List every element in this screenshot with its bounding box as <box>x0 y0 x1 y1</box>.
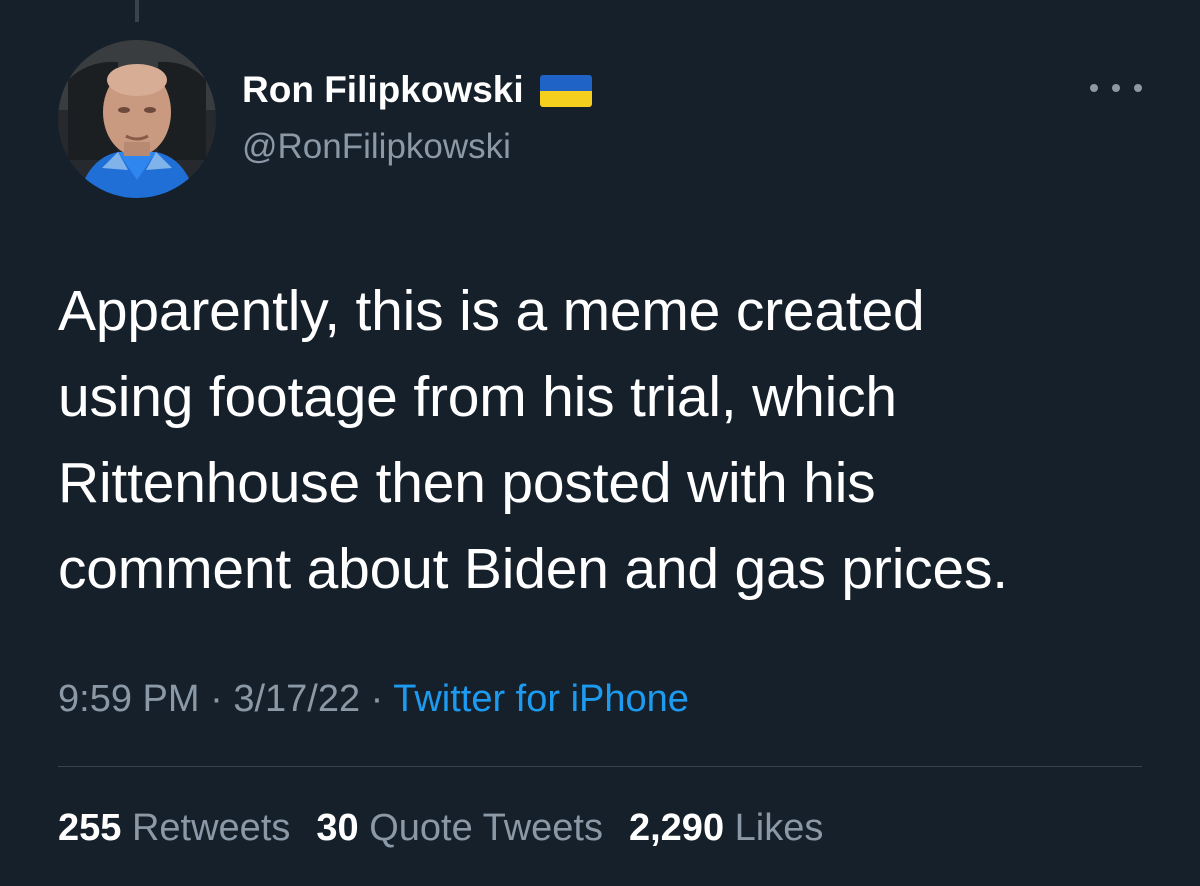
likes-label: Likes <box>734 807 824 849</box>
tweet-text-line: comment about Biden and gas prices. <box>58 537 1008 601</box>
tweet-time[interactable]: 9:59 PM <box>58 678 200 720</box>
meta-separator: · <box>370 678 384 720</box>
retweets-stat[interactable]: 255 Retweets <box>58 802 290 854</box>
likes-stat[interactable]: 2,290 Likes <box>629 802 823 854</box>
retweets-count: 255 <box>58 807 132 849</box>
more-options-icon[interactable] <box>1090 72 1142 104</box>
ukraine-flag-icon <box>539 75 592 107</box>
avatar[interactable] <box>58 40 216 198</box>
author-display-name: Ron Filipkowski <box>242 69 524 110</box>
meta-separator: · <box>210 678 223 720</box>
author-handle[interactable]: @RonFilipkowski <box>242 125 511 169</box>
tweet-text-line: Apparently, this is a meme created <box>58 279 925 343</box>
likes-count: 2,290 <box>628 807 735 849</box>
tweet-metadata: 9:59 PM · 3/17/22 · Twitter for iPhone <box>58 673 689 725</box>
tweet-text-line: Rittenhouse then posted with his <box>58 451 876 515</box>
tweet-text: Apparently, this is a meme created using… <box>58 268 1158 612</box>
engagement-stats: 255 Retweets 30 Quote Tweets 2,290 Likes <box>58 802 849 854</box>
tweet-source-link[interactable]: Twitter for iPhone <box>393 678 689 720</box>
tweet-text-line: using footage from his trial, which <box>58 365 897 429</box>
thread-connector-line <box>135 0 139 22</box>
divider <box>58 766 1142 767</box>
quote-tweets-count: 30 <box>316 807 370 849</box>
tweet-date[interactable]: 3/17/22 <box>233 678 360 720</box>
retweets-label: Retweets <box>131 807 291 849</box>
author-name[interactable]: Ron Filipkowski <box>242 68 592 112</box>
quote-tweets-stat[interactable]: 30 Quote Tweets <box>316 802 603 854</box>
quote-tweets-label: Quote Tweets <box>369 807 603 849</box>
avatar-image <box>58 40 216 198</box>
